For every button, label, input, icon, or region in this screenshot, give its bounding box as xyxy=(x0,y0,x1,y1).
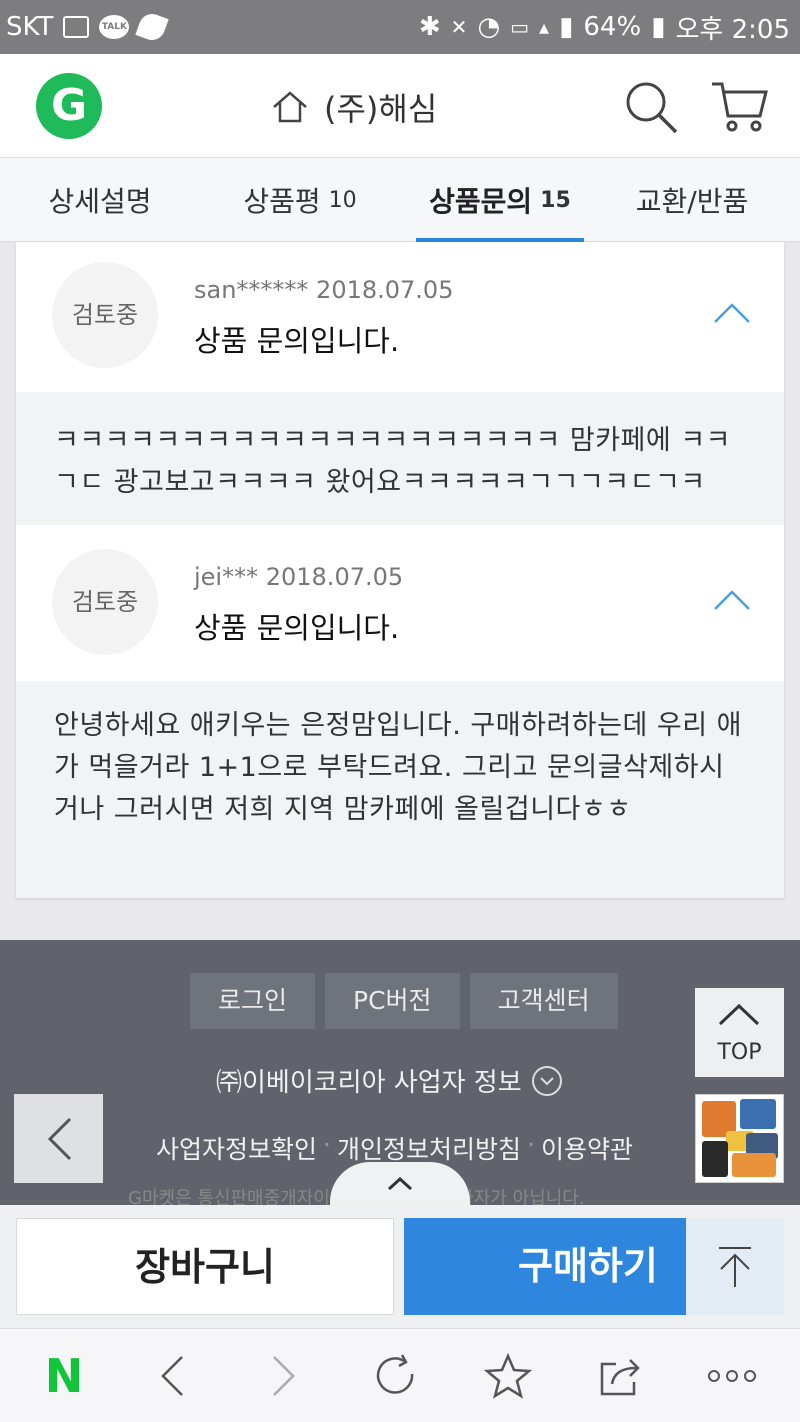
tab-details[interactable]: 상세설명 xyxy=(0,158,200,242)
store-title: (주)해심 xyxy=(324,90,438,128)
chevron-right-icon xyxy=(273,1355,295,1396)
arrow-up-icon xyxy=(719,1246,751,1287)
footer-links: 사업자정보확인 · 개인정보처리방침 · 이용약관 xyxy=(156,1130,633,1166)
top-label: TOP xyxy=(717,1040,762,1065)
customer-center-button[interactable]: 고객센터 xyxy=(469,973,618,1029)
browser-forward-button[interactable] xyxy=(256,1348,312,1404)
tab-inquiries[interactable]: 상품문의 15 xyxy=(416,158,584,242)
add-to-cart-button[interactable]: 장바구니 xyxy=(16,1218,394,1315)
privacy-policy-link[interactable]: 개인정보처리방침 xyxy=(337,1130,521,1166)
tab-exchange-return[interactable]: 교환/반품 xyxy=(584,158,800,242)
cart-button[interactable] xyxy=(708,76,770,138)
bluetooth-icon: ✱ xyxy=(418,12,441,42)
carrier-label: SKT xyxy=(6,12,54,42)
chevron-up-icon xyxy=(718,1003,760,1026)
inquiry-title: 상품 문의입니다. xyxy=(194,611,400,645)
status-badge: 검토중 xyxy=(52,262,158,368)
chevron-down-icon xyxy=(531,1065,562,1096)
gmarket-logo[interactable]: G xyxy=(36,73,102,139)
battery-percent: 64% xyxy=(583,12,642,42)
image-icon xyxy=(63,16,90,38)
inquiry-meta: jei*** 2018.07.05 xyxy=(194,563,404,591)
cart-icon xyxy=(712,82,768,132)
tab-label: 상품평 xyxy=(243,185,321,218)
leaf-icon xyxy=(135,10,170,44)
mute-icon: ✕ xyxy=(450,15,468,39)
tab-reviews[interactable]: 상품평 10 xyxy=(200,158,400,242)
home-icon xyxy=(273,91,307,123)
purchase-bar: 장바구니 구매하기 xyxy=(0,1205,800,1328)
tab-count: 15 xyxy=(540,187,571,213)
alarm-icon: ◔ xyxy=(477,12,501,42)
scroll-top-button[interactable]: TOP xyxy=(695,988,784,1077)
inquiry-list: 검토중 san****** 2018.07.05 상품 문의입니다. ㅋㅋㅋㅋㅋ… xyxy=(16,242,784,898)
business-check-link[interactable]: 사업자정보확인 xyxy=(156,1130,317,1166)
login-button[interactable]: 로그인 xyxy=(190,973,316,1029)
chevron-left-icon xyxy=(161,1355,183,1396)
app-header: G (주)해심 xyxy=(0,54,800,158)
browser-nav-bar: N xyxy=(0,1328,800,1422)
more-icon xyxy=(708,1369,756,1382)
status-badge: 검토중 xyxy=(52,549,158,655)
tab-label: 상세설명 xyxy=(48,185,152,218)
inquiry-body: ㅋㅋㅋㅋㅋㅋㅋㅋㅋㅋㅋㅋㅋㅋㅋㅋㅋㅋㅋㅋ 맘카페에 ㅋㅋㄱㄷ 광고보고ㅋㅋㅋㅋ … xyxy=(16,392,784,525)
product-tabs: 상세설명 상품평 10 상품문의 15 교환/반품 xyxy=(0,158,800,242)
status-bar: SKT TALK ✱ ✕ ◔ ▭ ▴ ▮ 64% ▮ 오후 2:05 xyxy=(0,0,800,54)
tab-count: 10 xyxy=(328,187,357,213)
inquiry-header[interactable]: 검토중 jei*** 2018.07.05 상품 문의입니다. xyxy=(16,525,784,681)
tab-label: 교환/반품 xyxy=(635,185,749,218)
store-title-link[interactable]: (주)해심 xyxy=(270,84,437,130)
chevron-up-icon xyxy=(387,1176,413,1191)
chevron-left-icon xyxy=(47,1117,71,1160)
chevron-up-icon[interactable] xyxy=(712,298,752,326)
inquiry-title: 상품 문의입니다. xyxy=(194,324,400,358)
pc-version-button[interactable]: PC버전 xyxy=(325,973,460,1029)
browser-back-button[interactable] xyxy=(144,1348,200,1404)
more-button[interactable] xyxy=(704,1348,760,1404)
reload-icon xyxy=(376,1353,414,1394)
terms-link[interactable]: 이용약관 xyxy=(541,1130,633,1166)
share-icon xyxy=(600,1358,640,1395)
scroll-to-top-button[interactable] xyxy=(686,1218,784,1315)
inquiry-header[interactable]: 검토중 san****** 2018.07.05 상품 문의입니다. xyxy=(16,242,784,392)
footer-buttons: 로그인 PC버전 고객센터 xyxy=(190,973,618,1029)
search-button[interactable] xyxy=(622,78,680,136)
naver-home-button[interactable]: N xyxy=(40,1352,88,1400)
signal-icon: ▮ xyxy=(559,12,574,42)
recent-product-thumbnail[interactable] xyxy=(695,1094,784,1183)
inquiry-meta: san****** 2018.07.05 xyxy=(194,276,454,304)
lte-icon: ▴ xyxy=(539,15,550,39)
hd-voice-icon: ▭ xyxy=(510,15,530,39)
reload-button[interactable] xyxy=(368,1348,424,1404)
business-info-toggle[interactable]: ㈜이베이코리아 사업자 정보 xyxy=(216,1062,562,1099)
battery-icon: ▮ xyxy=(651,12,666,42)
back-button[interactable] xyxy=(14,1094,103,1183)
expand-tab[interactable] xyxy=(330,1162,470,1206)
inquiry-body: 안녕하세요 애키우는 은정맘입니다. 구매하려하는데 우리 애가 먹을거라 1+… xyxy=(16,681,784,898)
share-button[interactable] xyxy=(592,1348,648,1404)
star-icon xyxy=(484,1352,532,1399)
talk-icon: TALK xyxy=(99,15,130,39)
business-info-label: ㈜이베이코리아 사업자 정보 xyxy=(216,1068,522,1098)
tab-label: 상품문의 xyxy=(429,185,533,218)
bookmark-button[interactable] xyxy=(480,1348,536,1404)
chevron-up-icon[interactable] xyxy=(712,585,752,613)
clock: 오후 2:05 xyxy=(675,14,791,45)
search-icon xyxy=(626,82,678,134)
